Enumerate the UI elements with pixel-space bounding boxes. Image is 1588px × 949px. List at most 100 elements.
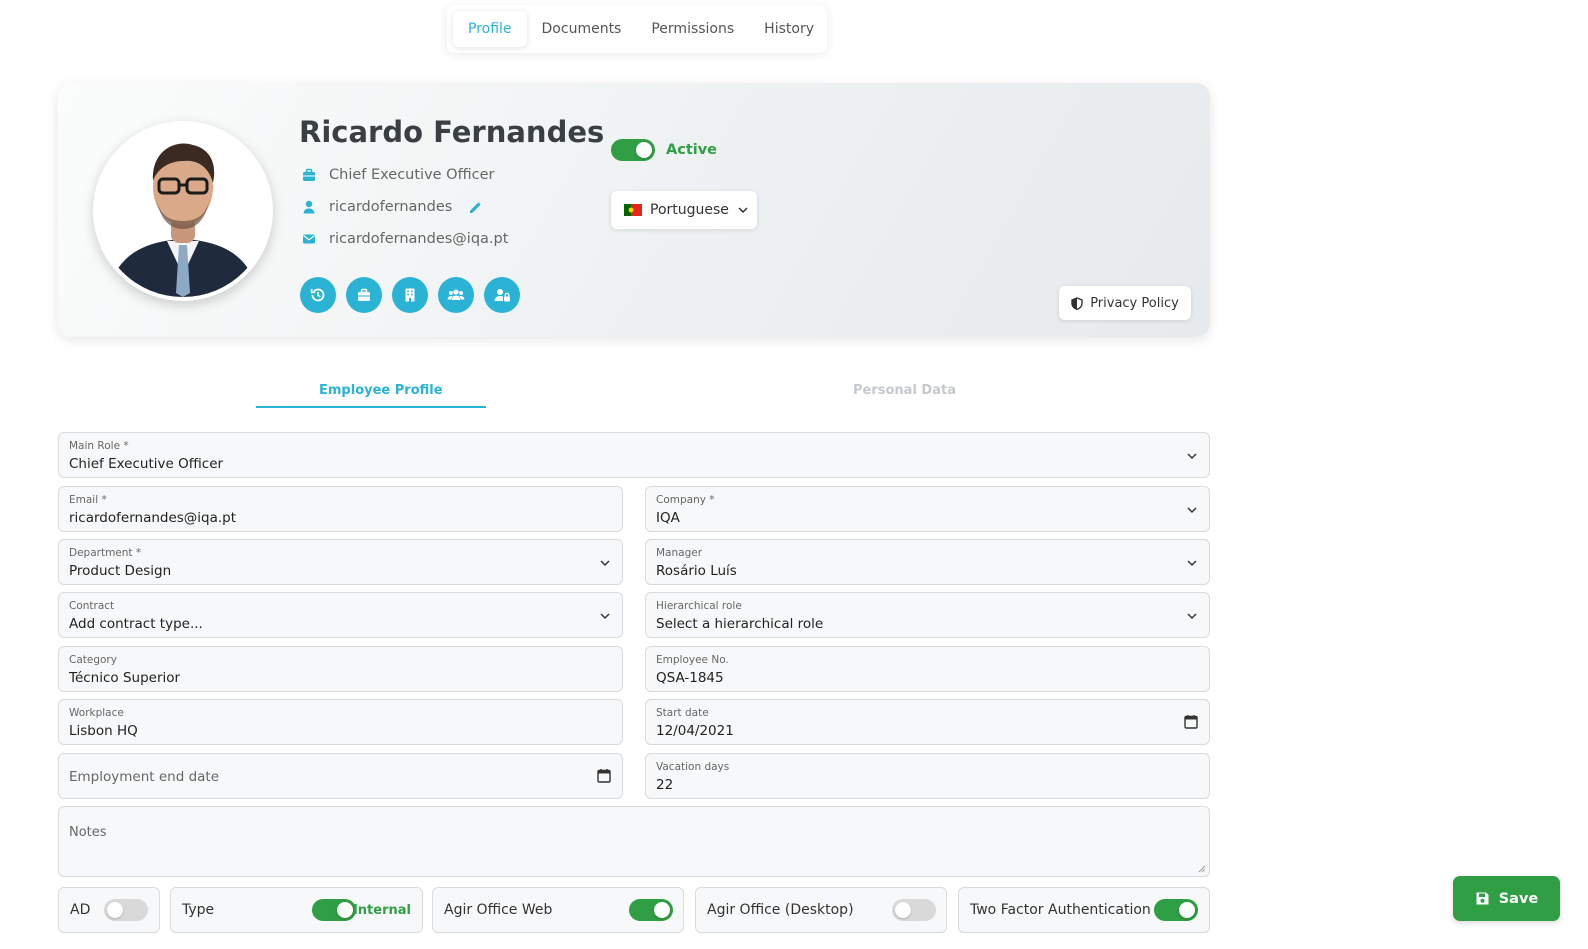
calendar-icon[interactable] (1184, 714, 1198, 729)
hierarchical-role-select[interactable]: Hierarchical role Select a hierarchical … (645, 592, 1210, 638)
contract-select[interactable]: Contract Add contract type... (58, 592, 623, 638)
chevron-down-icon (599, 557, 611, 569)
username: ricardofernandes (329, 199, 453, 215)
language-select[interactable]: Portuguese (611, 191, 757, 229)
manager-value: Rosário Luís (656, 563, 737, 579)
email-field[interactable]: Email * ricardofernandes@iqa.pt (58, 486, 623, 532)
contract-label: Contract (69, 600, 115, 612)
department-value: Product Design (69, 563, 172, 579)
user-lock-button[interactable] (484, 277, 520, 313)
workplace-value: Lisbon HQ (69, 723, 138, 739)
company-label: Company * (656, 494, 715, 506)
category-field[interactable]: Category Técnico Superior (58, 646, 623, 692)
history-icon (310, 288, 325, 302)
job-title-row: Chief Executive Officer (301, 167, 494, 183)
department-select[interactable]: Department * Product Design (58, 539, 623, 585)
main-role-label: Main Role * (69, 440, 129, 452)
chevron-down-icon (1186, 504, 1198, 516)
type-label: Type (182, 902, 215, 918)
chevron-down-icon (1186, 557, 1198, 569)
tab-documents[interactable]: Documents (527, 11, 637, 47)
agir-office-web-toggle-box: Agir Office Web (432, 887, 684, 933)
chevron-down-icon (1186, 450, 1198, 462)
save-label: Save (1498, 890, 1539, 907)
agir-office-web-label: Agir Office Web (444, 902, 553, 918)
category-label: Category (69, 654, 117, 666)
language-value: Portuguese (650, 202, 729, 218)
type-toggle-box: Type Internal (170, 887, 423, 933)
two-factor-label: Two Factor Authentication (970, 902, 1151, 918)
employment-end-date-placeholder: Employment end date (69, 769, 220, 785)
email: ricardofernandes@iqa.pt (329, 231, 509, 247)
agir-office-desktop-toggle[interactable] (892, 899, 936, 921)
building-icon (405, 288, 415, 302)
ad-toggle-box: AD (58, 887, 160, 933)
save-button[interactable]: Save (1453, 876, 1560, 921)
notes-placeholder: Notes (69, 825, 107, 840)
status-label: Active (666, 142, 718, 158)
type-toggle[interactable] (312, 899, 356, 921)
vacation-days-value: 22 (656, 777, 674, 793)
agir-office-desktop-label: Agir Office (Desktop) (707, 902, 854, 918)
start-date-field[interactable]: Start date 12/04/2021 (645, 699, 1210, 745)
job-title: Chief Executive Officer (329, 167, 495, 183)
contract-value: Add contract type... (69, 616, 203, 632)
two-factor-toggle[interactable] (1154, 899, 1198, 921)
chevron-down-icon (1186, 610, 1198, 622)
employee-no-value: QSA-1845 (656, 670, 724, 686)
users-icon (447, 289, 465, 300)
workplace-label: Workplace (69, 707, 124, 719)
start-date-label: Start date (656, 707, 709, 719)
ad-label: AD (70, 902, 91, 918)
company-value: IQA (656, 510, 680, 526)
two-factor-toggle-box: Two Factor Authentication (958, 887, 1210, 933)
main-role-value: Chief Executive Officer (69, 456, 224, 472)
tab-profile[interactable]: Profile (453, 11, 527, 47)
privacy-policy-button[interactable]: Privacy Policy (1059, 286, 1191, 320)
chevron-down-icon (737, 204, 749, 216)
workplace-field[interactable]: Workplace Lisbon HQ (58, 699, 623, 745)
team-button[interactable] (438, 277, 474, 313)
email-row: ricardofernandes@iqa.pt (301, 231, 508, 247)
active-toggle[interactable] (611, 139, 655, 161)
employee-no-field[interactable]: Employee No. QSA-1845 (645, 646, 1210, 692)
employee-no-label: Employee No. (656, 654, 729, 666)
tab-employee-profile[interactable]: Employee Profile (319, 383, 443, 398)
ad-toggle[interactable] (104, 899, 148, 921)
avatar-portrait-icon (97, 125, 269, 297)
notes-textarea[interactable]: Notes (58, 806, 1210, 877)
company-select[interactable]: Company * IQA (645, 486, 1210, 532)
tab-personal-data[interactable]: Personal Data (853, 383, 956, 398)
profile-card: Ricardo Fernandes Chief Executive Office… (58, 83, 1210, 337)
portugal-flag-icon (624, 204, 642, 216)
username-row: ricardofernandes (301, 199, 483, 215)
building-button[interactable] (392, 277, 428, 313)
agir-office-web-toggle[interactable] (629, 899, 673, 921)
tab-permissions[interactable]: Permissions (636, 11, 749, 47)
briefcase-icon (358, 288, 370, 301)
chevron-down-icon (599, 610, 611, 622)
envelope-icon (301, 231, 317, 247)
avatar (93, 121, 273, 301)
active-tab-underline (256, 406, 486, 408)
department-label: Department * (69, 547, 142, 559)
email-value: ricardofernandes@iqa.pt (69, 510, 237, 526)
manager-label: Manager (656, 547, 703, 559)
history-button[interactable] (300, 277, 336, 313)
user-lock-icon (494, 289, 510, 302)
vacation-days-label: Vacation days (656, 761, 730, 773)
privacy-policy-label: Privacy Policy (1090, 295, 1179, 311)
resize-handle-icon[interactable] (1198, 865, 1206, 873)
category-value: Técnico Superior (69, 670, 181, 686)
pencil-icon[interactable] (468, 200, 483, 215)
briefcase-button[interactable] (346, 277, 382, 313)
vacation-days-field[interactable]: Vacation days 22 (645, 753, 1210, 799)
tab-history[interactable]: History (749, 11, 829, 47)
agir-office-desktop-toggle-box: Agir Office (Desktop) (695, 887, 947, 933)
top-tab-bar: Profile Documents Permissions History (447, 5, 827, 53)
main-role-select[interactable]: Main Role * Chief Executive Officer (58, 432, 1210, 478)
manager-select[interactable]: Manager Rosário Luís (645, 539, 1210, 585)
employment-end-date-field[interactable]: Employment end date (58, 753, 623, 799)
calendar-icon[interactable] (597, 768, 611, 783)
briefcase-icon (301, 167, 317, 183)
